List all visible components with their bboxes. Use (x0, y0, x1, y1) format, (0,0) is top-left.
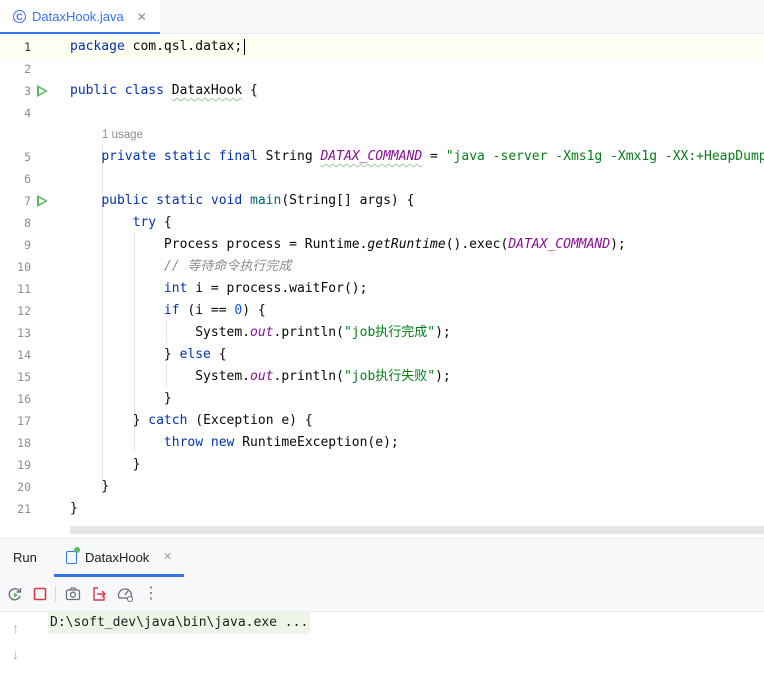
inlay-hint-row: 1 usage (0, 124, 764, 146)
code-line-17: 17 } catch (Exception e) { (0, 410, 764, 432)
code-text: } (101, 479, 110, 494)
editor-tab-bar: C DataxHook.java ✕ (0, 0, 764, 34)
run-console[interactable]: ↑ ↓ D:\soft_dev\java\bin\java.exe ... (0, 612, 764, 678)
code-line-9: 9 Process process = Runtime.getRuntime()… (0, 234, 764, 256)
code-line-11: 11 int i = process.waitFor(); (0, 278, 764, 300)
code-text: } (70, 501, 78, 516)
usage-inlay-hint[interactable]: 1 usage (102, 124, 143, 146)
code-text: throw new RuntimeException(e); (163, 435, 399, 450)
code-text: } catch (Exception e) { (132, 413, 313, 428)
line-number: 19 (17, 458, 31, 472)
code-text: if (i == 0) { (163, 303, 266, 318)
gauge-icon[interactable] (116, 585, 134, 603)
code-line-13: 13 System.out.println("job执行完成"); (0, 322, 764, 344)
code-text: } (132, 457, 141, 472)
java-class-icon: C (13, 10, 26, 23)
running-indicator-icon (74, 547, 80, 553)
rerun-icon[interactable] (6, 585, 24, 603)
code-line-15: 15 System.out.println("job执行失败"); (0, 366, 764, 388)
code-text: package com.qsl.datax; (70, 39, 243, 54)
code-text: try { (132, 215, 172, 230)
run-panel-title: Run (13, 550, 37, 565)
line-number: 17 (17, 414, 31, 428)
scroll-up-icon[interactable]: ↑ (12, 620, 19, 636)
text-caret (244, 39, 245, 55)
code-line-1: 1 package com.qsl.datax; (0, 36, 764, 58)
line-number: 5 (24, 150, 31, 164)
code-editor[interactable]: 1 package com.qsl.datax; 2 3 public clas… (0, 34, 764, 524)
line-number: 18 (17, 436, 31, 450)
scroll-down-icon[interactable]: ↓ (12, 646, 19, 662)
run-class-gutter-icon[interactable] (37, 85, 48, 97)
code-text: } (163, 391, 172, 406)
run-main-gutter-icon[interactable] (37, 195, 48, 207)
editor-tab-label: DataxHook.java (32, 9, 124, 24)
camera-icon[interactable] (64, 585, 82, 603)
line-number: 14 (17, 348, 31, 362)
close-icon[interactable]: ✕ (163, 550, 172, 563)
line-number: 15 (17, 370, 31, 384)
code-text: public class DataxHook { (70, 83, 258, 98)
line-number: 4 (24, 106, 31, 120)
line-number: 9 (24, 238, 31, 252)
code-text: System.out.println("job执行完成"); (195, 325, 451, 340)
code-line-20: 20 } (0, 476, 764, 498)
stop-icon[interactable] (31, 585, 49, 603)
code-text: private static final String DATAX_COMMAN… (101, 149, 764, 164)
more-options-icon[interactable]: ⋮ (142, 585, 160, 603)
line-number: 6 (24, 172, 31, 186)
code-text: System.out.println("job执行失败"); (195, 369, 451, 384)
code-line-14: 14 } else { (0, 344, 764, 366)
console-output-line: D:\soft_dev\java\bin\java.exe ... (48, 612, 311, 634)
run-config-tab[interactable]: DataxHook ✕ (54, 539, 184, 577)
console-side-toolbar: ↑ ↓ (0, 612, 40, 678)
line-number: 13 (17, 326, 31, 340)
line-number: 16 (17, 392, 31, 406)
close-icon[interactable]: ✕ (137, 10, 147, 24)
exit-icon[interactable] (90, 585, 108, 603)
horizontal-scrollbar[interactable] (70, 526, 764, 534)
line-number: 7 (24, 194, 31, 208)
code-line-7: 7 public static void main(String[] args)… (0, 190, 764, 212)
code-line-19: 19 } (0, 454, 764, 476)
line-number: 12 (17, 304, 31, 318)
code-text: // 等待命令执行完成 (163, 259, 292, 274)
code-line-5: 5 private static final String DATAX_COMM… (0, 146, 764, 168)
run-toolbar: ⋮ (0, 577, 764, 612)
code-line-8: 8 try { (0, 212, 764, 234)
line-number: 21 (17, 502, 31, 516)
editor-tab-dataxhook-java[interactable]: C DataxHook.java ✕ (0, 0, 160, 34)
line-number: 11 (17, 282, 31, 296)
line-number: 2 (24, 62, 31, 76)
code-text: public static void main(String[] args) { (101, 193, 415, 208)
code-text: int i = process.waitFor(); (163, 281, 368, 296)
line-number: 3 (24, 84, 31, 98)
code-text: } else { (163, 347, 227, 362)
code-line-21: 21 } (0, 498, 764, 520)
code-line-4: 4 (0, 102, 764, 124)
run-config-icon (66, 551, 77, 564)
run-tool-window-header: Run DataxHook ✕ (0, 538, 764, 577)
code-line-6: 6 (0, 168, 764, 190)
code-line-16: 16 } (0, 388, 764, 410)
line-number: 1 (24, 40, 31, 54)
code-line-3: 3 public class DataxHook { (0, 80, 764, 102)
run-config-tab-label: DataxHook (85, 550, 150, 565)
code-line-12: 12 if (i == 0) { (0, 300, 764, 322)
code-line-10: 10 // 等待命令执行完成 (0, 256, 764, 278)
code-line-2: 2 (0, 58, 764, 80)
code-line-18: 18 throw new RuntimeException(e); (0, 432, 764, 454)
line-number: 8 (24, 216, 31, 230)
code-text: Process process = Runtime.getRuntime().e… (163, 237, 626, 252)
toolbar-divider (55, 586, 56, 602)
line-number: 20 (17, 480, 31, 494)
line-number: 10 (17, 260, 31, 274)
